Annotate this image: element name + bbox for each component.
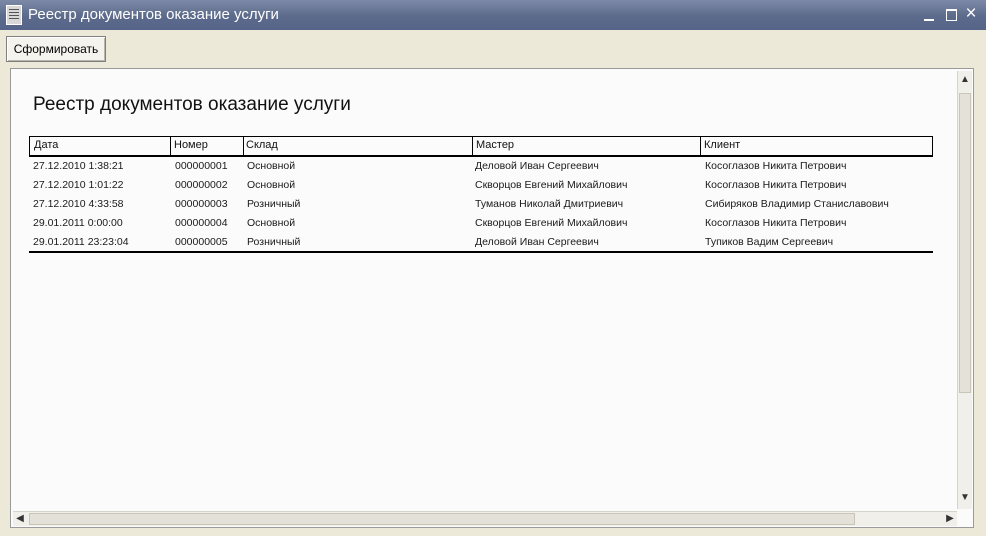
column-divider: [170, 137, 171, 155]
report-window: Реестр документов оказание услуги × Сфор…: [0, 0, 986, 536]
table-row[interactable]: 27.12.2010 1:38:21 000000001 Основной Де…: [29, 157, 933, 176]
scroll-left-icon[interactable]: ◀: [13, 512, 27, 526]
report-title: Реестр документов оказание услуги: [33, 94, 351, 115]
title-bar[interactable]: Реестр документов оказание услуги ×: [0, 0, 986, 30]
toolbar: Сформировать: [0, 30, 986, 64]
minimize-button[interactable]: [920, 4, 938, 24]
cell-warehouse: Основной: [247, 179, 296, 191]
cell-date: 29.01.2011 23:23:04: [33, 236, 129, 248]
cell-master: Скворцов Евгений Михайлович: [475, 217, 628, 229]
horizontal-scrollbar[interactable]: ◀ ▶: [13, 511, 957, 526]
cell-number: 000000003: [175, 198, 228, 210]
window-title: Реестр документов оказание услуги: [28, 6, 279, 23]
column-divider: [243, 137, 244, 155]
table-header: Дата Номер Склад Мастер Клиент: [29, 136, 933, 157]
cell-client: Косоглазов Никита Петрович: [705, 217, 847, 229]
column-divider: [472, 137, 473, 155]
cell-date: 27.12.2010 1:38:21: [33, 160, 124, 172]
cell-warehouse: Основной: [247, 217, 296, 229]
table-row[interactable]: 27.12.2010 1:01:22 000000002 Основной Ск…: [29, 176, 933, 195]
vertical-scroll-thumb[interactable]: [959, 93, 971, 393]
document-table: Дата Номер Склад Мастер Клиент 27.12.201…: [29, 136, 933, 253]
cell-number: 000000001: [175, 160, 228, 172]
cell-date: 27.12.2010 4:33:58: [33, 198, 124, 210]
cell-master: Деловой Иван Сергеевич: [475, 160, 599, 172]
cell-number: 000000002: [175, 179, 228, 191]
scroll-down-icon[interactable]: ▼: [959, 491, 971, 505]
table-body: 27.12.2010 1:38:21 000000001 Основной Де…: [29, 157, 933, 253]
header-client: Клиент: [704, 139, 741, 151]
header-number: Номер: [174, 139, 208, 151]
cell-client: Косоглазов Никита Петрович: [705, 179, 847, 191]
cell-client: Тупиков Вадим Сергеевич: [705, 236, 834, 248]
table-row[interactable]: 29.01.2011 23:23:04 000000005 Розничный …: [29, 233, 933, 252]
cell-master: Туманов Николай Дмитриевич: [475, 198, 624, 210]
close-button[interactable]: ×: [962, 4, 980, 24]
cell-master: Скворцов Евгений Михайлович: [475, 179, 628, 191]
header-warehouse: Склад: [246, 139, 278, 151]
cell-warehouse: Розничный: [247, 236, 301, 248]
cell-client: Косоглазов Никита Петрович: [705, 160, 847, 172]
column-divider: [700, 137, 701, 155]
cell-date: 27.12.2010 1:01:22: [33, 179, 124, 191]
header-date: Дата: [34, 139, 59, 151]
cell-client: Сибиряков Владимир Станиславович: [705, 198, 889, 210]
maximize-button[interactable]: [942, 4, 960, 24]
document-icon: [6, 5, 22, 25]
table-row[interactable]: 27.12.2010 4:33:58 000000003 Розничный Т…: [29, 195, 933, 214]
cell-warehouse: Розничный: [247, 198, 301, 210]
report-area: Реестр документов оказание услуги Дата Н…: [10, 68, 974, 528]
table-row[interactable]: 29.01.2011 0:00:00 000000004 Основной Ск…: [29, 214, 933, 233]
scroll-right-icon[interactable]: ▶: [943, 512, 957, 526]
generate-button[interactable]: Сформировать: [6, 36, 106, 62]
scroll-up-icon[interactable]: ▲: [959, 73, 971, 87]
cell-number: 000000004: [175, 217, 228, 229]
header-master: Мастер: [476, 139, 515, 151]
cell-number: 000000005: [175, 236, 228, 248]
cell-date: 29.01.2011 0:00:00: [33, 217, 123, 229]
cell-master: Деловой Иван Сергеевич: [475, 236, 599, 248]
cell-warehouse: Основной: [247, 160, 296, 172]
horizontal-scroll-thumb[interactable]: [29, 513, 855, 525]
vertical-scrollbar[interactable]: ▲ ▼: [957, 71, 972, 509]
